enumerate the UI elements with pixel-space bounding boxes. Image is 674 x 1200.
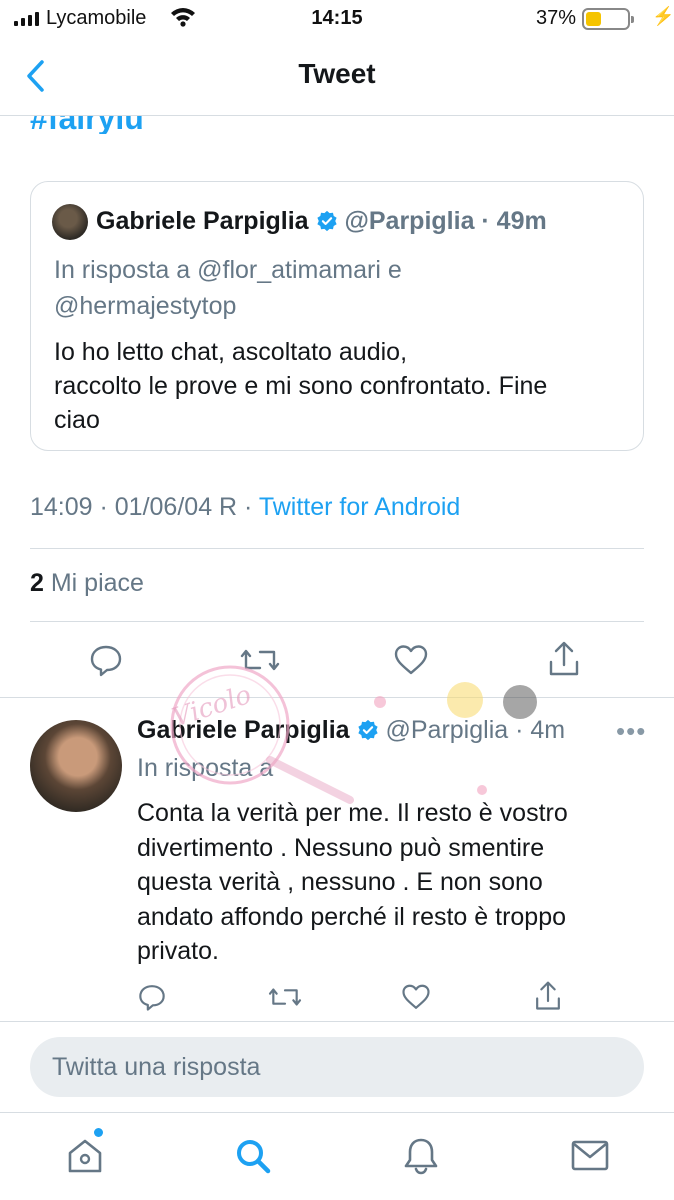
quoted-author[interactable]: Gabriele Parpiglia @Parpiglia · 49m [96, 207, 547, 236]
likes-count[interactable]: 2 Mi piace [30, 569, 144, 598]
nav-divider [0, 115, 674, 116]
retweet-icon [268, 988, 302, 1006]
reply-to-text: In risposta a [137, 754, 274, 782]
share-icon [549, 641, 579, 676]
reply-tweet-text: Conta la verità per me. Il resto è vostr… [137, 799, 568, 965]
reply-to-text: In risposta a @flor_atimamari e @hermaje… [54, 256, 402, 320]
reply-button[interactable] [88, 642, 124, 678]
retweet-button[interactable] [268, 982, 302, 1012]
tab-home[interactable] [64, 1135, 106, 1177]
heart-icon [394, 645, 428, 675]
source-link[interactable]: Twitter for Android [259, 493, 460, 521]
verified-badge-icon [357, 719, 378, 741]
battery-icon [582, 8, 634, 30]
tweet-timestamp: 14:09 · 01/06/04 R · Twitter for Android [30, 493, 461, 521]
author-handle: @Parpiglia [385, 716, 509, 744]
divider [0, 1021, 674, 1022]
charging-bolt-icon: ⚡ [652, 6, 674, 26]
tweet-time: · 4m [508, 716, 566, 744]
divider [30, 548, 644, 549]
retweet-icon [240, 649, 280, 671]
verified-badge-icon [316, 210, 337, 232]
reply-icon [139, 985, 165, 1011]
avatar[interactable] [30, 720, 122, 812]
retweet-button[interactable] [240, 642, 280, 678]
tab-messages[interactable] [569, 1137, 611, 1175]
share-button[interactable] [533, 980, 563, 1012]
tab-bar [0, 1113, 674, 1200]
divider [0, 697, 674, 698]
avatar[interactable] [52, 204, 88, 240]
home-icon [68, 1139, 102, 1173]
more-options-button[interactable]: ••• [616, 716, 646, 747]
like-button[interactable] [401, 982, 431, 1012]
quoted-tweet-text: Io ho letto chat, ascoltato audio, racco… [54, 338, 548, 434]
share-button[interactable] [546, 640, 582, 678]
battery-percent: 37% [535, 7, 576, 29]
tweet-actions [0, 640, 674, 684]
page-title: Tweet [298, 58, 376, 89]
author-name: Gabriele Parpiglia [96, 207, 309, 235]
tab-search[interactable] [232, 1135, 274, 1177]
reply-button[interactable] [137, 982, 167, 1012]
divider [30, 621, 644, 622]
reply-input[interactable]: Twitta una risposta [30, 1037, 644, 1097]
search-icon [237, 1140, 271, 1174]
notification-dot [94, 1128, 103, 1137]
share-icon [536, 981, 560, 1010]
mail-icon [571, 1140, 609, 1171]
bell-icon [404, 1138, 438, 1175]
reply-author[interactable]: Gabriele Parpiglia @Parpiglia · 4m [137, 716, 565, 745]
author-handle: @Parpiglia · 49m [344, 207, 547, 235]
heart-icon [402, 984, 430, 1009]
author-name: Gabriele Parpiglia [137, 716, 350, 744]
tab-notifications[interactable] [400, 1135, 442, 1177]
reply-icon [90, 645, 122, 677]
reply-input-placeholder: Twitta una risposta [52, 1053, 261, 1081]
like-button[interactable] [393, 642, 429, 678]
status-bar: Lycamobile 14:15 37% ⚡ [0, 0, 674, 38]
reply-tweet-actions [0, 978, 674, 1018]
